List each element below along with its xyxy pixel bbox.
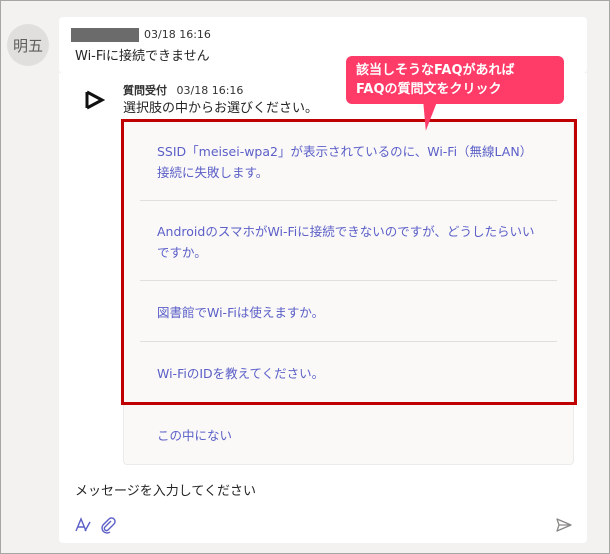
divider: [140, 200, 557, 201]
compose-box: メッセージを入力してください: [59, 471, 587, 543]
chat-window: 明五 03/18 16:16 Wi-Fiに接続できません 質問受付 03/18 …: [0, 0, 610, 554]
bot-header: 質問受付 03/18 16:16: [123, 84, 243, 98]
bot-message-timestamp: 03/18 16:16: [176, 84, 244, 97]
faq-option[interactable]: SSID「meisei-wpa2」が表示されているのに、Wi-Fi（無線LAN）…: [124, 141, 573, 183]
annotation-callout: 該当しそうなFAQがあれば FAQの質問文をクリック: [346, 56, 564, 104]
faq-options-card: SSID「meisei-wpa2」が表示されているのに、Wi-Fi（無線LAN）…: [123, 119, 574, 465]
avatar[interactable]: 明五: [7, 24, 49, 66]
bot-logo-icon: [85, 90, 105, 110]
divider: [140, 280, 557, 281]
faq-option[interactable]: 図書館でWi-Fiは使えますか。: [124, 302, 573, 323]
bot-message: 質問受付 03/18 16:16 選択肢の中からお選びください。 SSID「me…: [59, 73, 587, 471]
user-message-text: Wi-Fiに接続できません: [75, 49, 210, 64]
callout-line-2: FAQの質問文をクリック: [356, 82, 502, 97]
send-icon[interactable]: [555, 516, 573, 534]
faq-option[interactable]: Wi-FiのIDを教えてください。: [124, 363, 573, 384]
message-input[interactable]: メッセージを入力してください: [75, 483, 256, 501]
bot-avatar: [79, 85, 109, 115]
bot-prompt-text: 選択肢の中からお選びください。: [123, 101, 319, 116]
format-icon[interactable]: [74, 516, 92, 534]
user-message-timestamp: 03/18 16:16: [144, 28, 211, 41]
callout-line-1: 該当しそうなFAQがあれば: [356, 63, 515, 78]
bot-sender-name: 質問受付: [123, 84, 167, 97]
faq-option-none[interactable]: この中にない: [124, 425, 573, 446]
redacted-name: [71, 28, 139, 42]
faq-option[interactable]: AndroidのスマホがWi-Fiに接続できないのですが、どうしたらいいですか。: [124, 221, 573, 263]
attach-icon[interactable]: [99, 516, 117, 534]
divider: [140, 403, 557, 404]
divider: [140, 341, 557, 342]
